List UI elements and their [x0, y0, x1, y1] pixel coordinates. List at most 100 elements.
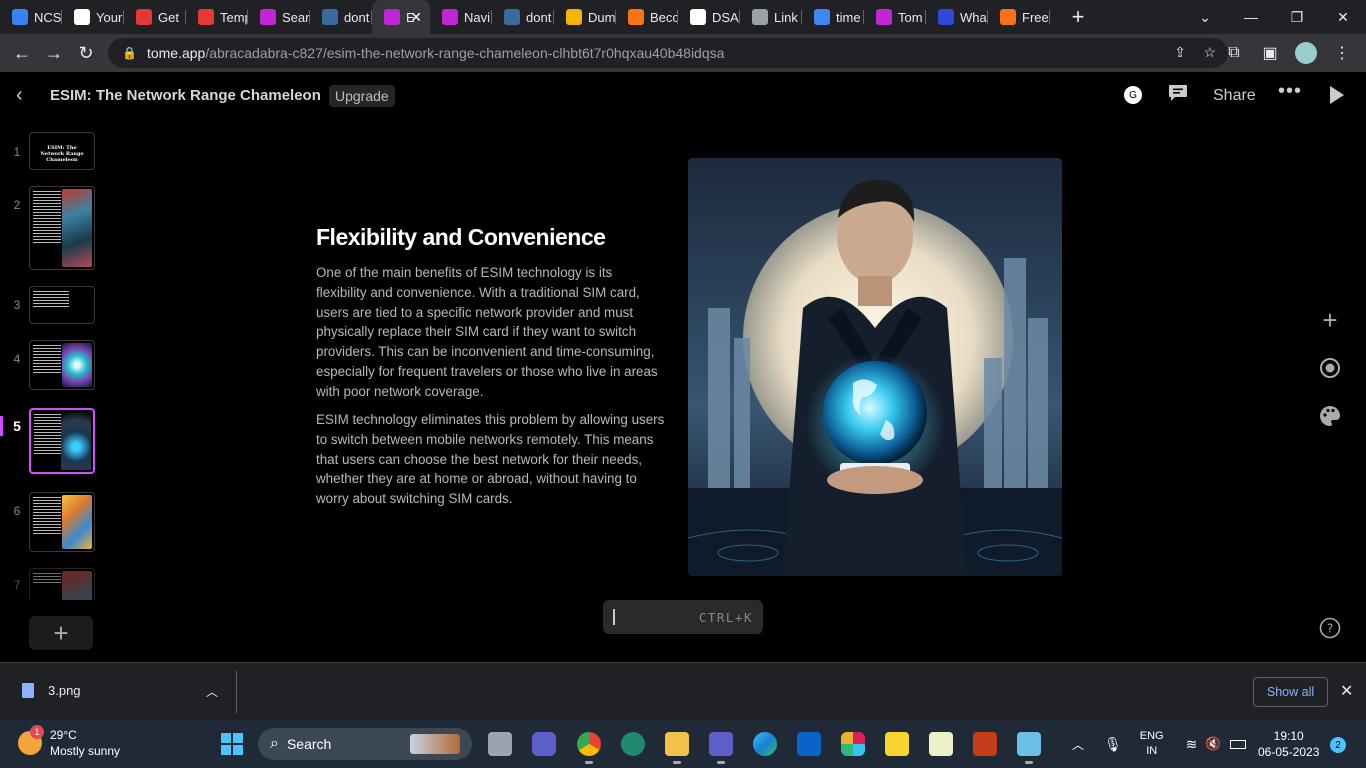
extensions-icon[interactable]: ⧉: [1220, 38, 1248, 68]
browser-tab[interactable]: DSA: [678, 0, 740, 34]
user-avatar[interactable]: G: [1124, 86, 1142, 104]
forward-arrow-icon[interactable]: →: [38, 37, 70, 69]
notification-count-badge[interactable]: 2: [1330, 737, 1346, 753]
task-view-icon[interactable]: [488, 732, 512, 756]
download-item[interactable]: 3.png: [22, 683, 81, 698]
profile-avatar[interactable]: [1292, 38, 1320, 68]
browser-tab[interactable]: Temp: [186, 0, 248, 34]
minimize-icon[interactable]: —: [1228, 0, 1274, 34]
theme-palette-icon[interactable]: [1318, 404, 1342, 428]
chevron-up-icon[interactable]: ︿: [206, 683, 218, 700]
outlook-icon[interactable]: [797, 732, 821, 756]
taskbar-search[interactable]: ⌕ Search: [258, 728, 472, 760]
thumbnail-text-lines: [33, 345, 61, 375]
side-panel-icon[interactable]: ▣: [1256, 38, 1284, 68]
browser-tab[interactable]: Wha: [926, 0, 988, 34]
slide-image[interactable]: [688, 158, 1062, 576]
file-explorer-icon[interactable]: [665, 732, 689, 764]
teams-icon[interactable]: [709, 732, 733, 764]
tab-title: time: [836, 9, 861, 25]
help-icon[interactable]: ?: [1318, 616, 1342, 640]
reload-icon[interactable]: ↻: [70, 37, 102, 69]
notepad-icon[interactable]: [1017, 732, 1041, 764]
browser-tab[interactable]: Sear: [248, 0, 310, 34]
browser-tab[interactable]: Your: [62, 0, 124, 34]
back-chevron-icon[interactable]: ‹: [16, 84, 23, 107]
bookmark-star-icon[interactable]: ☆: [1203, 44, 1216, 61]
share-button[interactable]: Share: [1213, 87, 1256, 105]
browser-tab[interactable]: Link: [740, 0, 802, 34]
tab-title: Navi: [464, 9, 491, 25]
get-icon: [136, 9, 152, 25]
mail-icon: [198, 9, 214, 25]
keyboard-shortcut-hint: CTRL+K: [698, 610, 753, 625]
add-slide-button[interactable]: +: [29, 616, 93, 650]
battery-icon[interactable]: [1229, 739, 1246, 749]
browser-tab[interactable]: time: [802, 0, 864, 34]
chrome-menu-icon[interactable]: ⋮: [1328, 38, 1356, 68]
browser-tab[interactable]: dont: [310, 0, 372, 34]
start-windows-icon[interactable]: [221, 733, 243, 755]
thumbnail-text-lines: [33, 291, 69, 309]
restore-icon[interactable]: ❐: [1274, 0, 1320, 34]
slide-paragraph-1[interactable]: One of the main benefits of ESIM technol…: [316, 263, 666, 402]
chatgpt-icon[interactable]: [621, 732, 645, 756]
back-arrow-icon[interactable]: ←: [6, 37, 38, 69]
slide-paragraph-2[interactable]: ESIM technology eliminates this problem …: [316, 410, 666, 509]
new-tab-plus-icon[interactable]: +: [1064, 4, 1092, 30]
upgrade-button[interactable]: Upgrade: [329, 85, 395, 107]
command-input[interactable]: CTRL+K: [603, 600, 763, 634]
browser-tab[interactable]: Get: [124, 0, 186, 34]
thumbnail-image: [62, 571, 92, 600]
present-play-icon[interactable]: [1330, 86, 1344, 104]
thumbnail-preview: [29, 186, 95, 270]
more-options-icon[interactable]: •••: [1278, 80, 1302, 103]
browser-tab[interactable]: Tom: [864, 0, 926, 34]
powerpoint-icon[interactable]: [973, 732, 997, 756]
volume-muted-icon[interactable]: 🔇: [1205, 736, 1221, 752]
slack-icon[interactable]: [841, 732, 865, 756]
browser-tab[interactable]: dont: [492, 0, 554, 34]
tab-title: Get: [158, 9, 179, 25]
edge-icon[interactable]: [753, 732, 777, 756]
slide-heading[interactable]: Flexibility and Convenience: [316, 224, 606, 251]
browser-tab[interactable]: NCS: [0, 0, 62, 34]
teams-chat-icon[interactable]: [532, 732, 556, 756]
browser-tab[interactable]: Navi: [430, 0, 492, 34]
weather-widget[interactable]: 1 29°C Mostly sunny: [18, 725, 121, 759]
tab-title: NCS: [34, 9, 62, 25]
sun-icon: 1: [18, 725, 44, 755]
close-download-shelf-icon[interactable]: ✕: [1340, 681, 1353, 701]
sticky-notes-icon[interactable]: [885, 732, 909, 756]
wifi-icon[interactable]: ≋: [1186, 736, 1198, 753]
record-icon[interactable]: [1318, 356, 1342, 380]
browser-tab-strip: NCSYourGetTempSeardontE✕NavidontDumBeccD…: [0, 0, 1366, 34]
tab-search-chevron-icon[interactable]: ⌄: [1182, 0, 1228, 34]
thumbnail-preview: [29, 408, 95, 474]
app-icon[interactable]: [929, 732, 953, 756]
browser-tab[interactable]: Becc: [616, 0, 678, 34]
thumbnail-preview: [29, 492, 95, 552]
close-tab-icon[interactable]: ✕: [410, 9, 422, 26]
browser-tab[interactable]: E ✕: [372, 0, 430, 34]
clock[interactable]: 19:10 06-05-2023: [1258, 728, 1319, 760]
thumbnail-image: [61, 412, 91, 470]
wha-icon: [938, 9, 954, 25]
microphone-icon[interactable]: 🎙: [1104, 736, 1122, 753]
comment-icon[interactable]: [1168, 84, 1188, 102]
language-indicator[interactable]: ENG IN: [1140, 729, 1164, 759]
close-window-icon[interactable]: ✕: [1320, 0, 1366, 34]
show-all-button[interactable]: Show all: [1253, 677, 1328, 707]
share-page-icon[interactable]: ⇪: [1174, 44, 1186, 61]
thumbnail-image: [62, 343, 92, 387]
weather-description: Mostly sunny: [50, 744, 121, 758]
url-bar[interactable]: 🔒 tome.app/abracadabra-c827/esim-the-net…: [108, 38, 1228, 68]
browser-tab[interactable]: Free: [988, 0, 1050, 34]
browser-tab[interactable]: Dum: [554, 0, 616, 34]
tome-icon: [442, 9, 458, 25]
show-hidden-icons-chevron-icon[interactable]: ︿: [1072, 736, 1088, 753]
chrome-icon[interactable]: [577, 732, 601, 764]
thumbnail-preview: [29, 340, 95, 390]
add-tile-plus-icon[interactable]: +: [1318, 305, 1342, 335]
document-title[interactable]: ESIM: The Network Range Chameleon: [50, 87, 321, 104]
